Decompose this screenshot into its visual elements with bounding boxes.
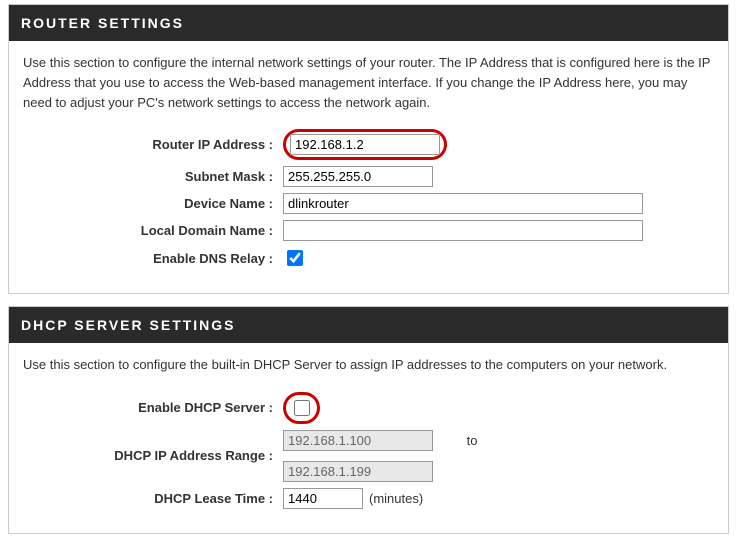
- dhcp-lease-input[interactable]: [283, 488, 363, 509]
- router-settings-header: ROUTER SETTINGS: [9, 5, 728, 41]
- router-settings-section: ROUTER SETTINGS Use this section to conf…: [8, 4, 729, 294]
- device-name-row: Device Name :: [23, 193, 714, 214]
- dhcp-range-label: DHCP IP Address Range :: [23, 448, 283, 463]
- local-domain-row: Local Domain Name :: [23, 220, 714, 241]
- dhcp-settings-body: Use this section to configure the built-…: [9, 343, 728, 532]
- router-ip-row: Router IP Address :: [23, 129, 714, 160]
- subnet-mask-input[interactable]: [283, 166, 433, 187]
- router-ip-label: Router IP Address :: [23, 137, 283, 152]
- dhcp-enable-row: Enable DHCP Server :: [23, 392, 714, 424]
- router-settings-description: Use this section to configure the intern…: [23, 53, 714, 113]
- device-name-label: Device Name :: [23, 196, 283, 211]
- dhcp-settings-section: DHCP SERVER SETTINGS Use this section to…: [8, 306, 729, 533]
- dns-relay-label: Enable DNS Relay :: [23, 251, 283, 266]
- dns-relay-checkbox[interactable]: [287, 250, 303, 266]
- subnet-mask-row: Subnet Mask :: [23, 166, 714, 187]
- router-ip-highlight: [283, 129, 447, 160]
- dhcp-range-start-input: [283, 430, 433, 451]
- dhcp-enable-checkbox[interactable]: [294, 400, 310, 416]
- router-ip-input[interactable]: [290, 134, 440, 155]
- local-domain-label: Local Domain Name :: [23, 223, 283, 238]
- dhcp-enable-label: Enable DHCP Server :: [23, 400, 283, 415]
- dhcp-settings-description: Use this section to configure the built-…: [23, 355, 714, 375]
- local-domain-input[interactable]: [283, 220, 643, 241]
- device-name-input[interactable]: [283, 193, 643, 214]
- dns-relay-row: Enable DNS Relay :: [23, 247, 714, 269]
- dhcp-lease-label: DHCP Lease Time :: [23, 491, 283, 506]
- dhcp-lease-unit: (minutes): [369, 491, 423, 506]
- dhcp-range-to-text: to: [467, 433, 478, 448]
- subnet-mask-label: Subnet Mask :: [23, 169, 283, 184]
- router-settings-body: Use this section to configure the intern…: [9, 41, 728, 293]
- dhcp-enable-highlight: [283, 392, 320, 424]
- dhcp-range-end-input: [283, 461, 433, 482]
- dhcp-range-row: DHCP IP Address Range : to: [23, 430, 714, 482]
- dhcp-lease-row: DHCP Lease Time : (minutes): [23, 488, 714, 509]
- dhcp-settings-header: DHCP SERVER SETTINGS: [9, 307, 728, 343]
